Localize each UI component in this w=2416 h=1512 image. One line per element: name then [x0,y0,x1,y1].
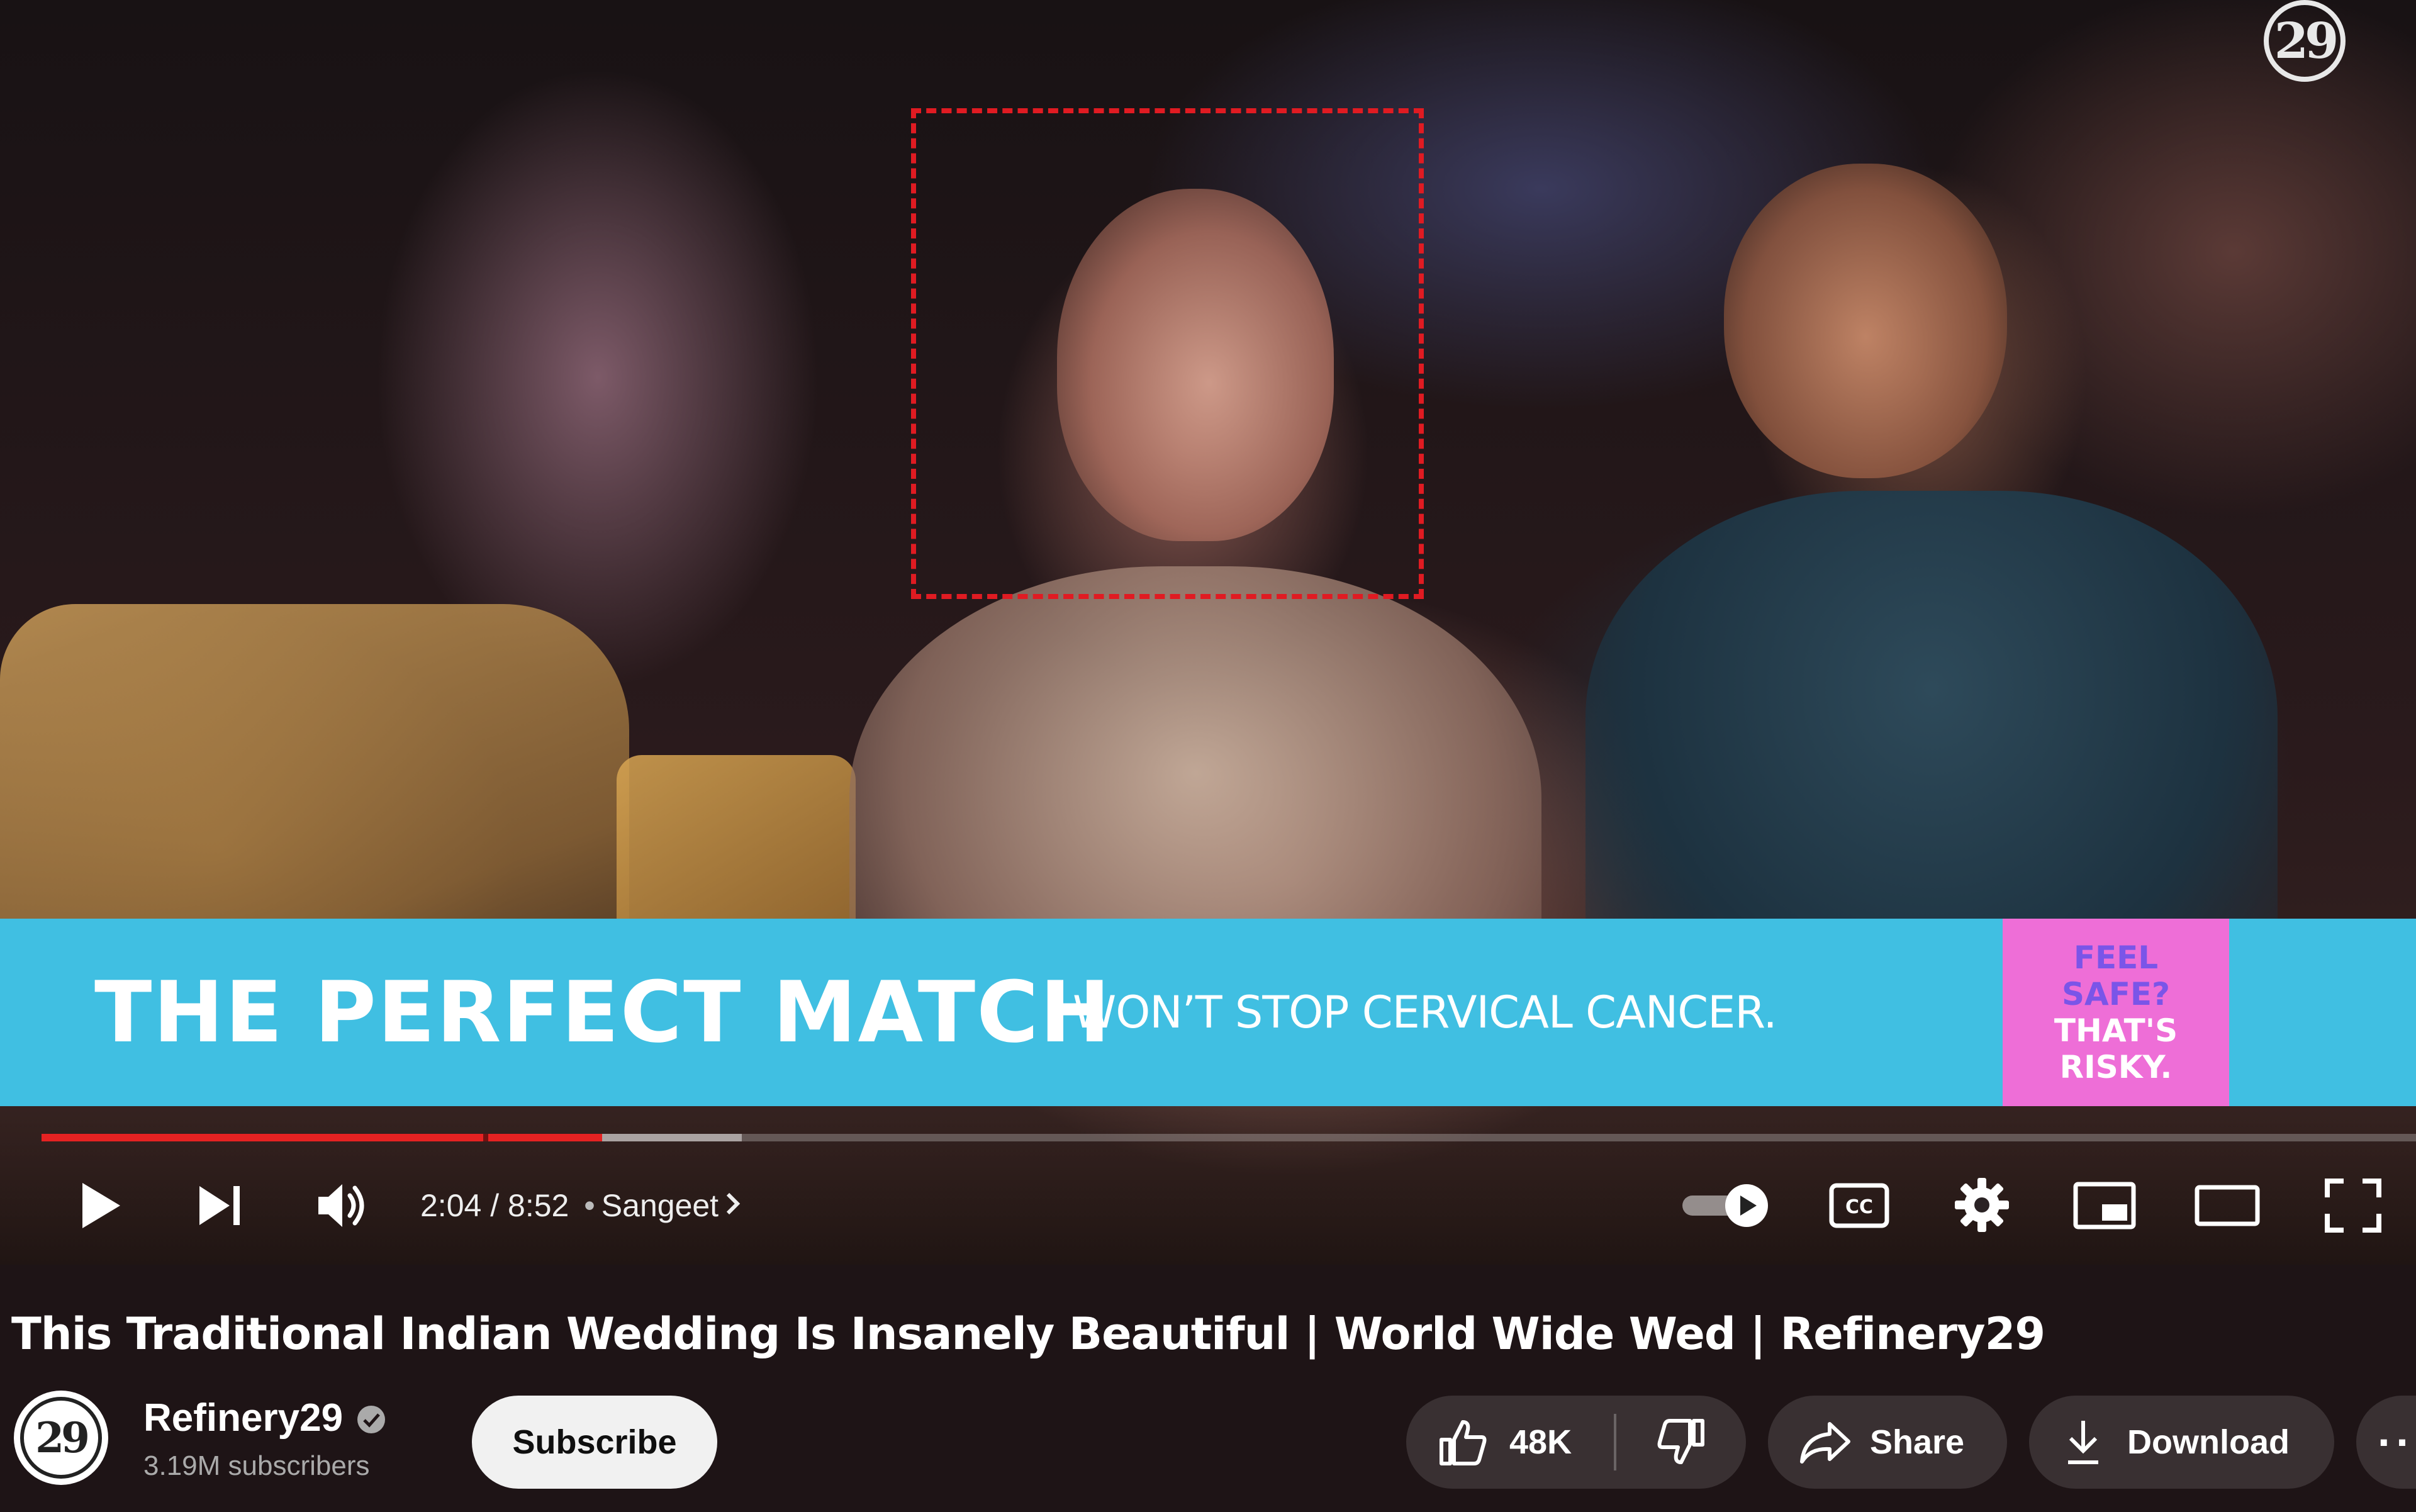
thumbs-up-icon [1440,1420,1487,1465]
ad-headline: THE PERFECT MATCH [94,963,1112,1061]
theater-icon [2195,1185,2260,1226]
progress-played [42,1134,602,1141]
settings-button[interactable] [1944,1170,2020,1240]
chapter-title-button[interactable]: Sangeet [601,1188,741,1223]
chapter-marker [483,1134,488,1141]
ad-badge: FEEL SAFE? THAT'S RISKY. [2003,919,2229,1106]
skip-next-icon [199,1186,240,1225]
autoplay-icon [1682,1184,1768,1227]
volume-button[interactable] [308,1174,378,1237]
miniplayer-icon [2073,1182,2136,1229]
dislike-button[interactable] [1616,1396,1746,1489]
video-frame-groom-face [1724,164,2007,478]
verified-badge-icon [357,1406,385,1433]
theater-mode-button[interactable] [2190,1174,2265,1237]
more-actions-button[interactable]: ··· [2356,1396,2416,1489]
subscribe-button[interactable]: Subscribe [472,1396,717,1489]
more-actions-icon: ··· [2378,1418,2416,1467]
subscriber-count: 3.19M subscribers [143,1450,370,1481]
progress-bar[interactable] [42,1134,2416,1141]
channel-watermark-logo[interactable]: 29 [2264,0,2346,82]
video-frame-pillow [617,755,856,944]
ad-badge-line: RISKY. [2059,1049,2173,1085]
ad-badge-line: SAFE? [2061,976,2171,1012]
thumbs-down-icon [1657,1419,1704,1464]
like-dislike-group: 48K [1406,1396,1746,1489]
share-button[interactable]: Share [1768,1396,2007,1489]
ad-overlay-banner[interactable]: THE PERFECT MATCH WON’T STOP CERVICAL CA… [0,919,2416,1106]
ad-badge-line: FEEL [2073,939,2159,976]
like-count: 48K [1509,1423,1572,1461]
closed-captions-icon: CC [1829,1183,1889,1228]
highlight-box [911,108,1424,599]
chevron-right-icon [726,1192,741,1215]
video-player[interactable]: 29 THE PERFECT MATCH WON’T STOP CERVICAL… [0,0,2416,1265]
download-button[interactable]: Download [2029,1396,2334,1489]
ad-subline: WON’T STOP CERVICAL CANCER. [1073,987,1777,1038]
play-icon [82,1183,120,1228]
duration: 8:52 [508,1188,569,1223]
current-time: 2:04 [420,1188,482,1223]
next-video-button[interactable] [189,1174,252,1237]
share-arrow-icon [1800,1422,1850,1464]
ad-badge-line: THAT'S [2054,1012,2178,1049]
channel-name[interactable]: Refinery29 [143,1393,343,1443]
subtitles-button[interactable]: CC [1821,1174,1897,1237]
gear-icon [1955,1178,2009,1232]
channel-avatar[interactable]: 29 [14,1391,108,1485]
fullscreen-icon [2325,1179,2381,1233]
autoplay-toggle[interactable] [1677,1177,1777,1235]
chapter-bullet: • [584,1188,595,1223]
play-button[interactable] [69,1174,132,1237]
svg-text:CC: CC [1845,1196,1873,1218]
download-label: Download [2127,1423,2290,1461]
chapter-title: Sangeet [601,1188,719,1223]
download-icon [2068,1421,2098,1464]
time-display: 2:04 / 8:52 • Sangeet [420,1182,741,1229]
miniplayer-button[interactable] [2067,1174,2142,1237]
volume-icon [318,1184,364,1227]
like-button[interactable]: 48K [1406,1396,1614,1489]
time-separator: / [490,1188,500,1223]
share-label: Share [1870,1423,1965,1461]
fullscreen-button[interactable] [2315,1172,2391,1240]
channel-avatar-logo: 29 [20,1397,102,1479]
video-title: This Traditional Indian Wedding Is Insan… [11,1308,2045,1360]
